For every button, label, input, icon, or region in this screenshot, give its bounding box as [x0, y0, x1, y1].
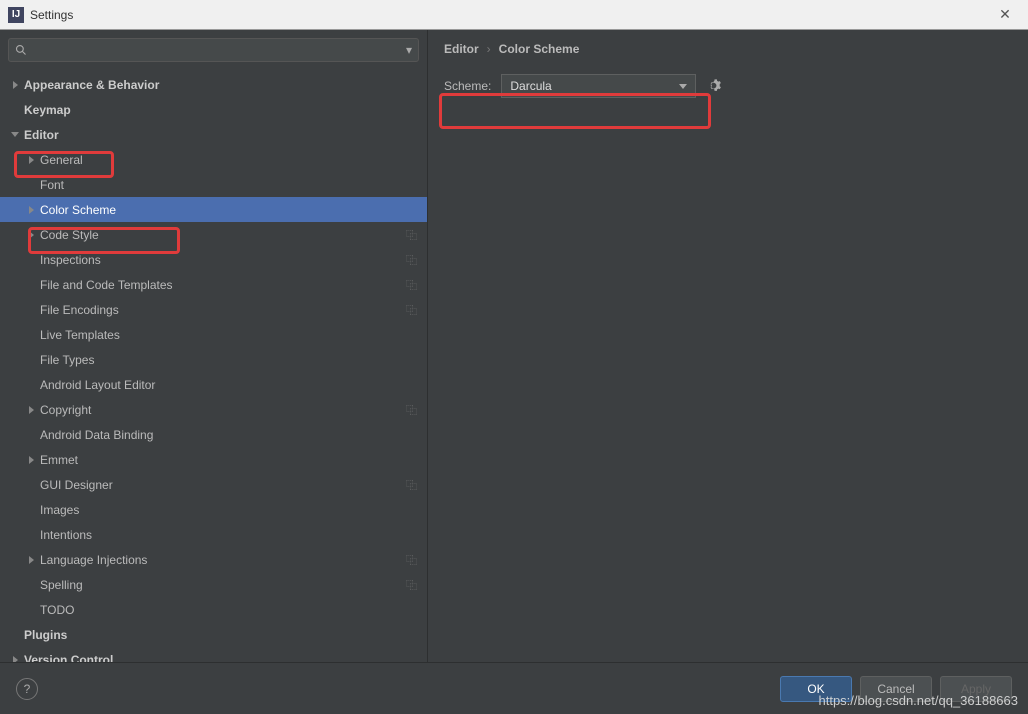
tree-item-label: Intentions [40, 528, 417, 542]
close-icon[interactable]: ✕ [990, 0, 1020, 30]
tree-item-label: Color Scheme [40, 203, 417, 217]
tree-item[interactable]: Appearance & Behavior [0, 72, 427, 97]
tree-item[interactable]: GUI Designer⿻ [0, 472, 427, 497]
chevron-down-icon[interactable]: ▾ [406, 43, 412, 57]
tree-item[interactable]: File Encodings⿻ [0, 297, 427, 322]
tree-item-label: TODO [40, 603, 417, 617]
tree-item-label: File and Code Templates [40, 278, 406, 292]
settings-tree[interactable]: Appearance & Behavior Keymap Editor General… [0, 68, 427, 662]
tree-item-label: Live Templates [40, 328, 417, 342]
breadcrumb-separator: › [487, 42, 491, 56]
tree-item[interactable]: File and Code Templates⿻ [0, 272, 427, 297]
tree-item-label: Android Data Binding [40, 428, 417, 442]
help-button[interactable]: ? [16, 678, 38, 700]
tree-item-label: General [40, 153, 417, 167]
tree-item[interactable]: Color Scheme [0, 197, 427, 222]
scope-icon: ⿻ [406, 552, 417, 568]
scope-icon: ⿻ [406, 402, 417, 418]
tree-item[interactable]: Language Injections⿻ [0, 547, 427, 572]
chevron-right-icon[interactable] [26, 205, 36, 215]
tree-item-label: GUI Designer [40, 478, 406, 492]
chevron-right-icon[interactable] [26, 405, 36, 415]
tree-item-label: File Types [40, 353, 417, 367]
tree-item-label: Emmet [40, 453, 417, 467]
tree-item-label: Code Style [40, 228, 406, 242]
scheme-value: Darcula [510, 79, 551, 93]
chevron-down-icon [679, 84, 687, 89]
app-icon: IJ [8, 7, 24, 23]
scheme-label: Scheme: [444, 79, 491, 93]
search-icon [15, 44, 27, 56]
tree-item-label: Keymap [24, 103, 417, 117]
main: ▾ Appearance & Behavior Keymap Editor Gener… [0, 30, 1028, 662]
tree-item-label: Version Control [24, 653, 417, 663]
chevron-right-icon[interactable] [26, 155, 36, 165]
tree-item-label: File Encodings [40, 303, 406, 317]
tree-item[interactable]: Android Layout Editor [0, 372, 427, 397]
scope-icon: ⿻ [406, 277, 417, 293]
chevron-right-icon[interactable] [26, 230, 36, 240]
tree-item[interactable]: File Types [0, 347, 427, 372]
search-box[interactable]: ▾ [8, 38, 419, 62]
tree-item[interactable]: Font [0, 172, 427, 197]
tree-item-label: Spelling [40, 578, 406, 592]
tree-item[interactable]: Inspections⿻ [0, 247, 427, 272]
breadcrumb-part: Color Scheme [499, 42, 580, 56]
tree-item-label: Editor [24, 128, 417, 142]
chevron-right-icon[interactable] [10, 80, 20, 90]
tree-item[interactable]: General [0, 147, 427, 172]
breadcrumb-part: Editor [444, 42, 479, 56]
sidebar: ▾ Appearance & Behavior Keymap Editor Gener… [0, 30, 428, 662]
tree-item-label: Appearance & Behavior [24, 78, 417, 92]
gear-icon[interactable] [706, 77, 724, 95]
tree-item-label: Font [40, 178, 417, 192]
tree-item-label: Copyright [40, 403, 406, 417]
titlebar: IJ Settings ✕ [0, 0, 1028, 30]
breadcrumb: Editor › Color Scheme [444, 42, 1012, 56]
tree-item-label: Language Injections [40, 553, 406, 567]
tree-item[interactable]: Images [0, 497, 427, 522]
tree-item[interactable]: Copyright⿻ [0, 397, 427, 422]
watermark: https://blog.csdn.net/qq_36188663 [819, 693, 1019, 708]
tree-item[interactable]: Intentions [0, 522, 427, 547]
tree-item[interactable]: TODO [0, 597, 427, 622]
scope-icon: ⿻ [406, 577, 417, 593]
tree-item-label: Inspections [40, 253, 406, 267]
chevron-down-icon[interactable] [10, 130, 20, 140]
scheme-select[interactable]: Darcula [501, 74, 696, 98]
tree-item[interactable]: Editor [0, 122, 427, 147]
tree-item[interactable]: Spelling⿻ [0, 572, 427, 597]
search-input[interactable] [31, 43, 406, 57]
tree-item[interactable]: Version Control [0, 647, 427, 662]
tree-item[interactable]: Keymap [0, 97, 427, 122]
tree-item-label: Android Layout Editor [40, 378, 417, 392]
window-title: Settings [30, 8, 990, 22]
scope-icon: ⿻ [406, 477, 417, 493]
tree-item[interactable]: Plugins [0, 622, 427, 647]
tree-item[interactable]: Emmet [0, 447, 427, 472]
tree-item[interactable]: Android Data Binding [0, 422, 427, 447]
scope-icon: ⿻ [406, 252, 417, 268]
chevron-right-icon[interactable] [26, 455, 36, 465]
scope-icon: ⿻ [406, 302, 417, 318]
content-pane: Editor › Color Scheme Scheme: Darcula [428, 30, 1028, 662]
scope-icon: ⿻ [406, 227, 417, 243]
tree-item-label: Images [40, 503, 417, 517]
tree-item-label: Plugins [24, 628, 417, 642]
tree-item[interactable]: Code Style⿻ [0, 222, 427, 247]
tree-item[interactable]: Live Templates [0, 322, 427, 347]
scheme-row: Scheme: Darcula [444, 74, 1012, 98]
chevron-right-icon[interactable] [10, 655, 20, 663]
chevron-right-icon[interactable] [26, 555, 36, 565]
